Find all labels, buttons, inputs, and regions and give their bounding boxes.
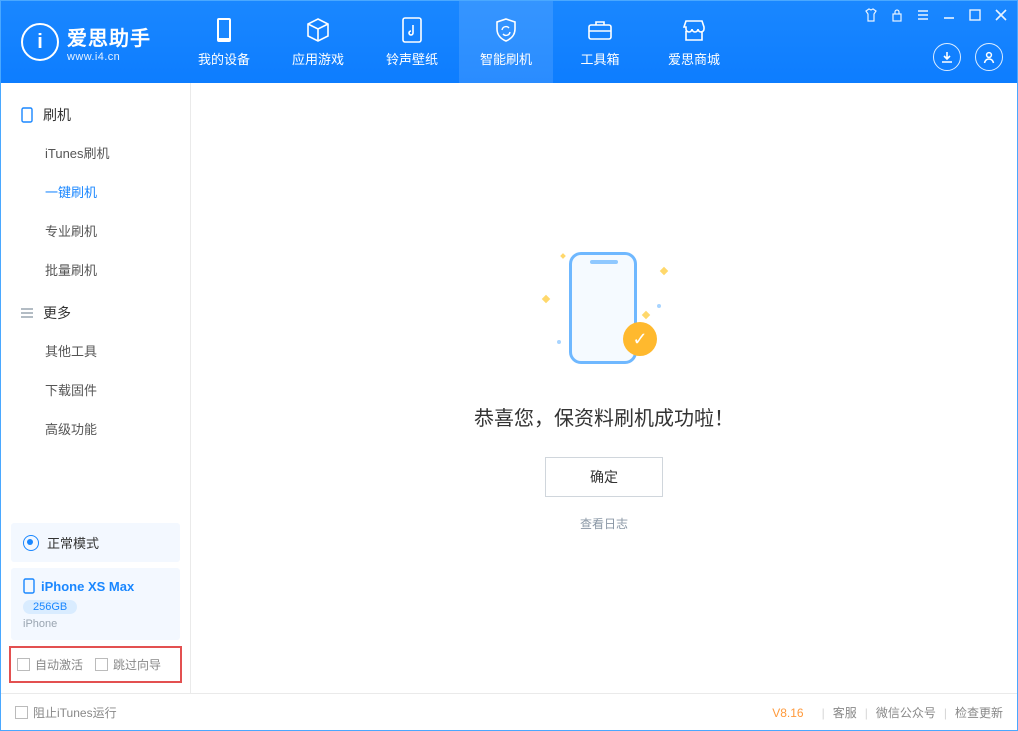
checkbox-auto-activate[interactable]: 自动激活 [17,656,83,673]
link-check-update[interactable]: 检查更新 [955,704,1003,721]
checkbox-block-itunes[interactable]: 阻止iTunes运行 [15,704,117,721]
statusbar: 阻止iTunes运行 V8.16 | 客服 | 微信公众号 | 检查更新 [1,693,1017,731]
phone-outline-icon [19,107,35,123]
app-logo[interactable]: i 爱思助手 www.i4.cn [1,22,169,63]
sidebar-item-onekey-flash[interactable]: 一键刷机 [1,172,190,211]
sidebar-head-more: 更多 [1,295,190,331]
list-icon [19,305,35,321]
version-label: V8.16 [772,706,803,720]
device-info-box[interactable]: iPhone XS Max 256GB iPhone [11,568,180,640]
phone-icon [211,17,237,43]
logo-icon: i [21,23,59,61]
sidebar-item-itunes-flash[interactable]: iTunes刷机 [1,133,190,172]
close-icon[interactable] [993,7,1009,23]
main-content: ✓ 恭喜您，保资料刷机成功啦！ 确定 查看日志 [191,83,1017,693]
mode-indicator-icon [23,535,39,551]
highlighted-options: 自动激活 跳过向导 [9,646,182,683]
sidebar: 刷机 iTunes刷机 一键刷机 专业刷机 批量刷机 更多 其他工具 下载固件 … [1,83,191,693]
tshirt-icon[interactable] [863,7,879,23]
link-support[interactable]: 客服 [833,704,857,721]
cube-icon [305,17,331,43]
music-file-icon [399,17,425,43]
lock-icon[interactable] [889,7,905,23]
success-illustration: ✓ [539,244,669,374]
download-icon[interactable] [933,43,961,71]
maximize-icon[interactable] [967,7,983,23]
header-action-icons [933,43,1003,71]
minimize-icon[interactable] [941,7,957,23]
store-icon [681,17,707,43]
device-mode-box[interactable]: 正常模式 [11,523,180,562]
success-headline: 恭喜您，保资料刷机成功啦！ [474,402,734,431]
titlebar: i 爱思助手 www.i4.cn 我的设备 应用游戏 铃声壁纸 智能刷机 工具箱 [1,1,1017,83]
sidebar-head-flash: 刷机 [1,97,190,133]
nav-store[interactable]: 爱思商城 [647,1,741,83]
menu-icon[interactable] [915,7,931,23]
toolbox-icon [587,17,613,43]
app-title: 爱思助手 [67,22,151,51]
refresh-shield-icon [493,17,519,43]
nav-ringtone-wallpaper[interactable]: 铃声壁纸 [365,1,459,83]
nav-my-device[interactable]: 我的设备 [177,1,271,83]
checkmark-badge-icon: ✓ [623,322,657,356]
link-wechat[interactable]: 微信公众号 [876,704,936,721]
nav-apps-games[interactable]: 应用游戏 [271,1,365,83]
sidebar-item-download-firmware[interactable]: 下载固件 [1,370,190,409]
nav-toolbox[interactable]: 工具箱 [553,1,647,83]
app-subtitle: www.i4.cn [67,51,151,63]
checkbox-skip-guide[interactable]: 跳过向导 [95,656,161,673]
nav-smart-flash[interactable]: 智能刷机 [459,1,553,83]
main-nav: 我的设备 应用游戏 铃声壁纸 智能刷机 工具箱 爱思商城 [177,1,741,83]
ok-button[interactable]: 确定 [545,457,663,497]
sidebar-item-other-tools[interactable]: 其他工具 [1,331,190,370]
device-phone-icon [23,578,35,594]
sidebar-item-batch-flash[interactable]: 批量刷机 [1,250,190,289]
window-controls [863,7,1009,23]
device-type: iPhone [23,618,168,630]
view-log-link[interactable]: 查看日志 [580,515,628,532]
sidebar-item-advanced[interactable]: 高级功能 [1,409,190,448]
user-icon[interactable] [975,43,1003,71]
sidebar-item-pro-flash[interactable]: 专业刷机 [1,211,190,250]
storage-badge: 256GB [23,600,77,614]
